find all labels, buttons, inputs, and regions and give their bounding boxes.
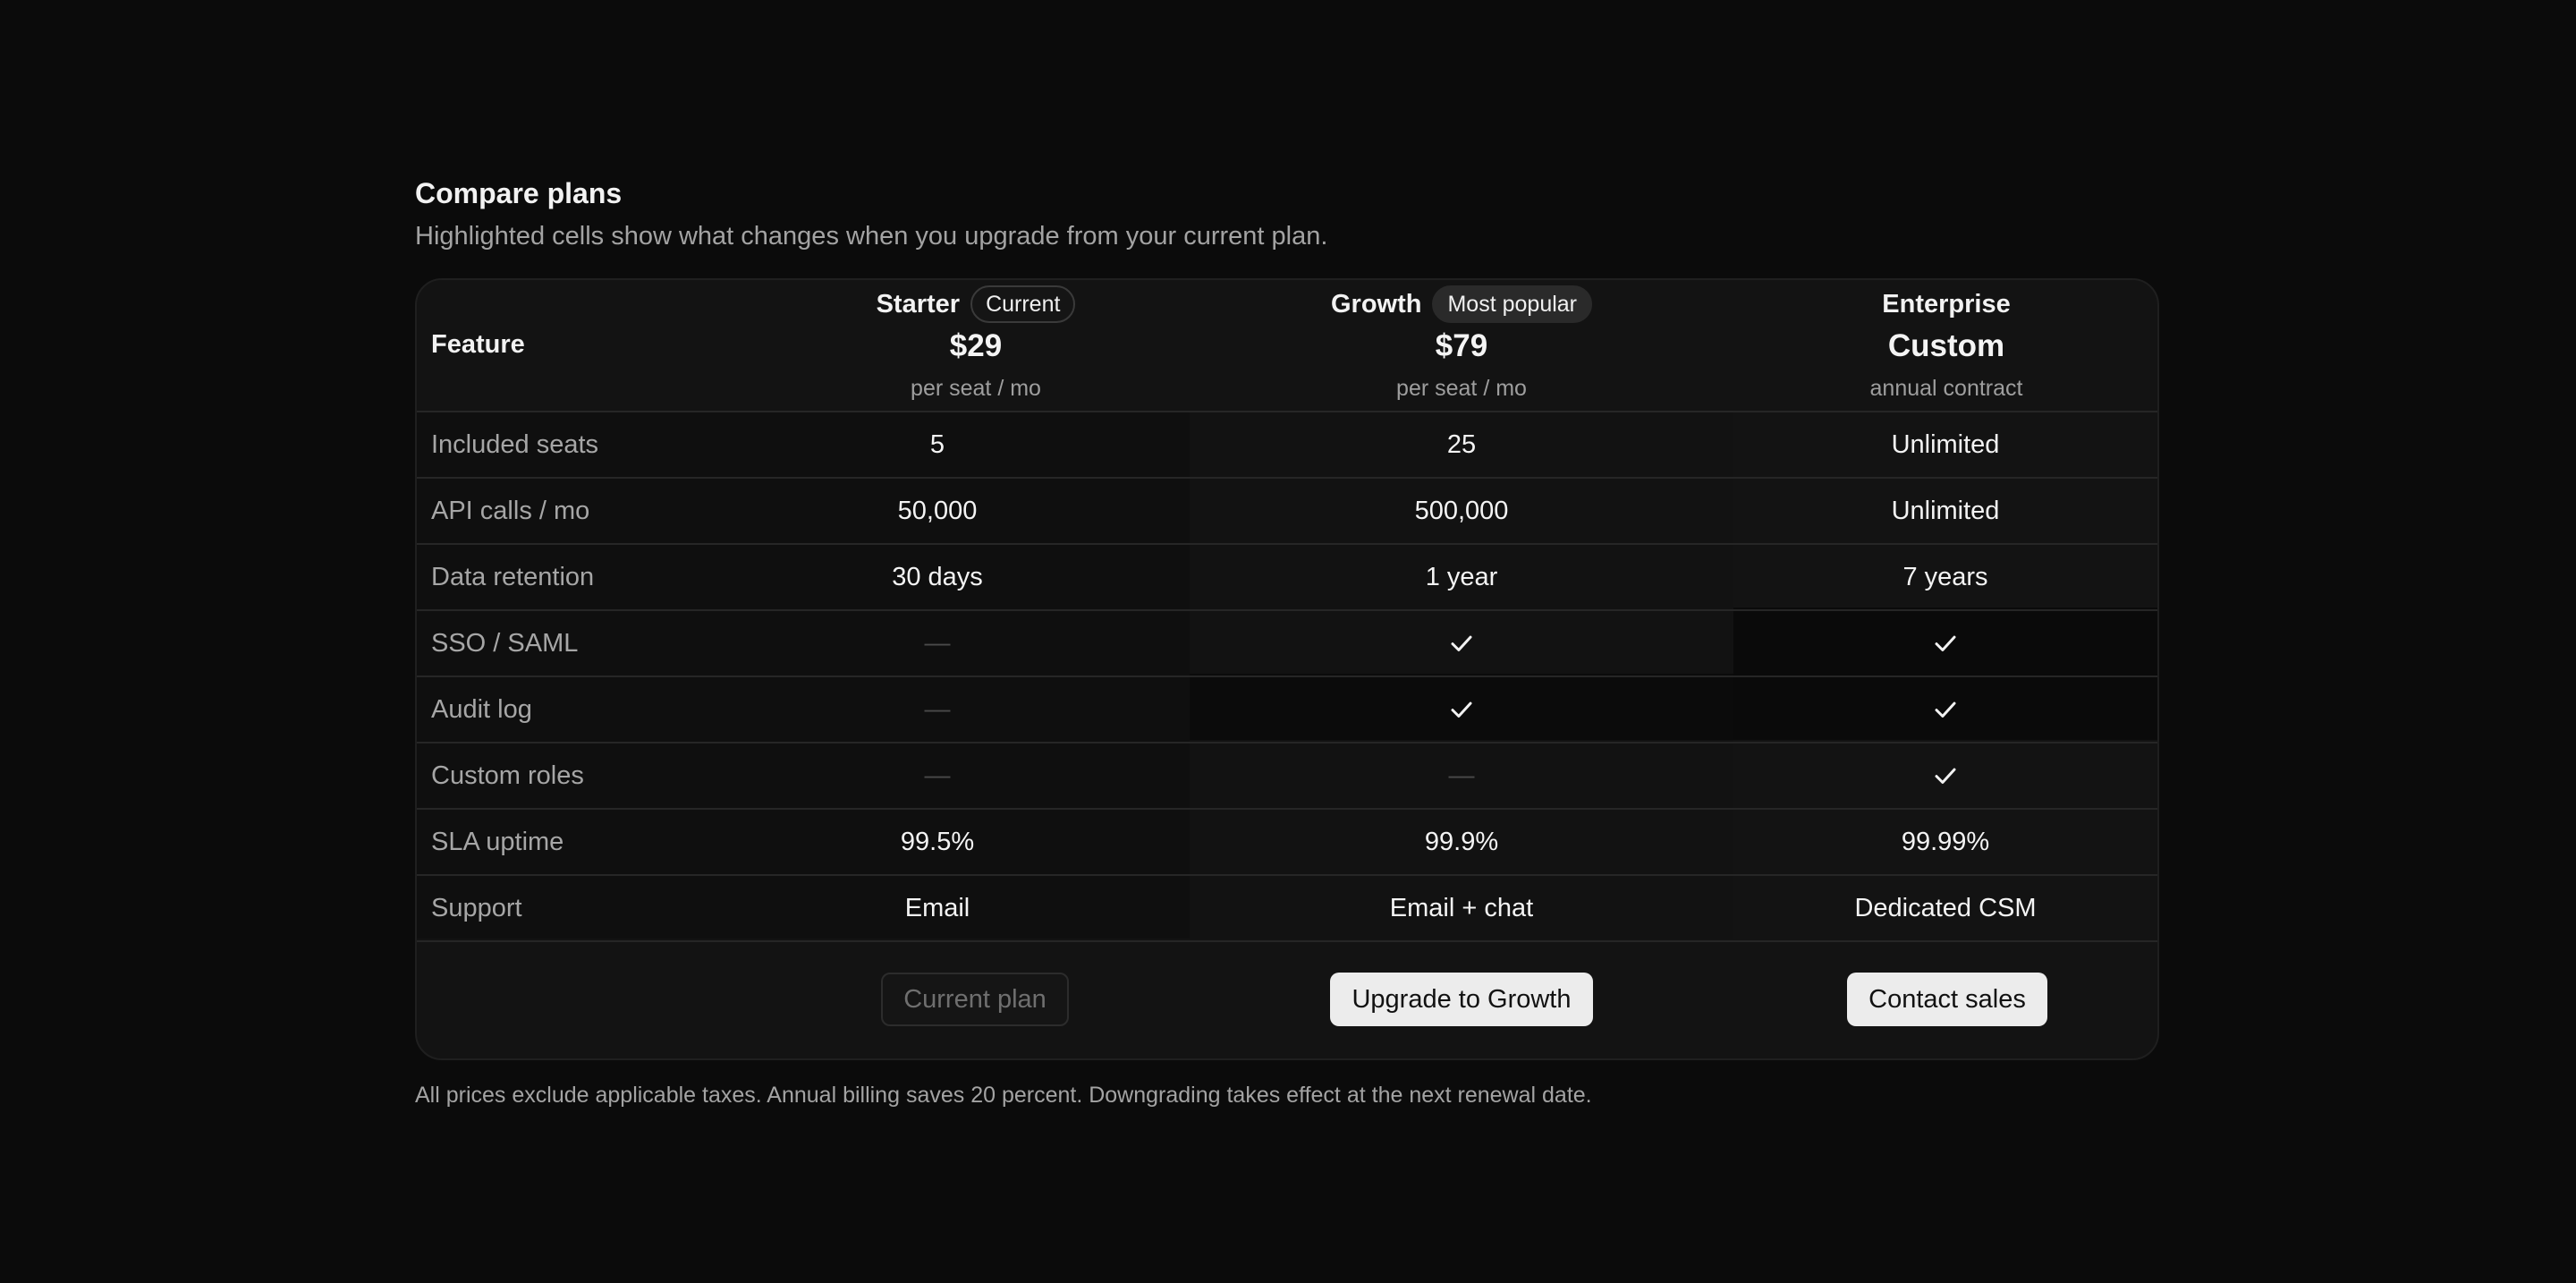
table-row: Included seats 5 25 Unlimited: [417, 412, 2157, 479]
feature-value: —: [685, 611, 1190, 675]
feature-value: 500,000: [1190, 479, 1733, 543]
plan-enterprise: Enterprise Custom annual contract: [1812, 280, 2080, 411]
table-header: Feature Starter Current $29 per seat / m…: [417, 280, 2157, 412]
page-subtitle: Highlighted cells show what changes when…: [415, 222, 1328, 251]
feature-value: —: [1190, 743, 1733, 808]
plan-price: $79: [1435, 328, 1488, 363]
feature-value: 99.5%: [685, 810, 1190, 874]
feature-value: 50,000: [685, 479, 1190, 543]
value-text: 99.9%: [1424, 827, 1499, 856]
plan-name: Growth: [1330, 289, 1422, 319]
table-row: SSO / SAML —: [417, 611, 2157, 677]
value-text: Email + chat: [1389, 893, 1534, 922]
current-plan-button[interactable]: Current plan: [881, 973, 1069, 1026]
value-text: 7 years: [1902, 562, 1988, 591]
value-text: 99.99%: [1901, 827, 1990, 856]
checkmark-icon: [1451, 701, 1472, 718]
value-text: 30 days: [892, 562, 983, 591]
value-text: Unlimited: [1891, 496, 2000, 525]
feature-label: SLA uptime: [431, 828, 564, 856]
feature-value: [1733, 611, 2157, 675]
page-title: Compare plans: [415, 177, 623, 209]
checkmark-icon: [1935, 635, 1956, 651]
feature-label: Data retention: [431, 563, 595, 591]
compare-plans-section: Compare plans Highlighted cells show wha…: [415, 172, 2159, 1110]
feature-value: Unlimited: [1733, 412, 2157, 477]
feature-value: 25: [1190, 412, 1733, 477]
feature-value: 5: [685, 412, 1190, 477]
value-text: 25: [1446, 429, 1477, 459]
table-row: Custom roles — —: [417, 743, 2157, 810]
table-row: SLA uptime 99.5% 99.9% 99.99%: [417, 810, 2157, 876]
feature-value: [1733, 743, 2157, 808]
plan-price: $29: [949, 328, 1003, 363]
upgrade-to-growth-button[interactable]: Upgrade to Growth: [1330, 973, 1593, 1026]
table-row: API calls / mo 50,000 500,000 Unlimited: [417, 479, 2157, 545]
feature-label: API calls / mo: [431, 497, 590, 525]
most-popular-badge: Most popular: [1432, 285, 1593, 323]
table-row: Data retention 30 days 1 year 7 years: [417, 545, 2157, 611]
feature-label: Included seats: [431, 430, 599, 459]
feature-label: Custom roles: [431, 761, 584, 790]
value-text: Unlimited: [1891, 429, 2000, 459]
checkmark-icon: [1451, 635, 1472, 651]
footnote: All prices exclude applicable taxes. Ann…: [415, 1083, 1592, 1108]
not-included-dash: —: [1448, 760, 1475, 790]
feature-label: Support: [431, 894, 522, 922]
table-row: Audit log —: [417, 677, 2157, 743]
not-included-dash: —: [924, 628, 951, 658]
feature-value: Email + chat: [1190, 876, 1733, 940]
not-included-dash: —: [924, 694, 951, 724]
value-text: Email: [904, 893, 970, 922]
feature-value: 99.99%: [1733, 810, 2157, 874]
plan-starter: Starter Current $29 per seat / mo: [864, 280, 1088, 411]
feature-value: Dedicated CSM: [1733, 876, 2157, 940]
current-badge: Current: [970, 285, 1076, 323]
plan-period: per seat / mo: [1396, 376, 1527, 401]
feature-value: 7 years: [1733, 545, 2157, 609]
feature-value: [1733, 677, 2157, 742]
feature-value: Unlimited: [1733, 479, 2157, 543]
contact-sales-button[interactable]: Contact sales: [1847, 973, 2047, 1026]
value-text: 99.5%: [900, 827, 975, 856]
table-row: Support Email Email + chat Dedicated CSM: [417, 876, 2157, 942]
feature-value: —: [685, 743, 1190, 808]
value-text: 1 year: [1425, 562, 1498, 591]
comparison-table: Feature Starter Current $29 per seat / m…: [415, 278, 2159, 1060]
plan-name: Starter: [876, 289, 961, 319]
checkmark-icon: [1935, 768, 1956, 784]
not-included-dash: —: [924, 760, 951, 790]
table-body: Included seats 5 25 Unlimited API calls / mo…: [417, 412, 2157, 942]
feature-value: [1190, 677, 1733, 742]
table-footer: Current plan Upgrade to Growth Contact s…: [417, 942, 2157, 1058]
feature-column-header: Feature: [431, 330, 525, 359]
plan-name: Enterprise: [1882, 289, 2011, 319]
plan-period: per seat / mo: [911, 376, 1041, 401]
value-text: 5: [929, 429, 945, 459]
feature-label: SSO / SAML: [431, 629, 579, 658]
feature-value: [1190, 611, 1733, 675]
feature-label: Audit log: [431, 695, 532, 724]
value-text: 50,000: [897, 496, 978, 525]
feature-value: 30 days: [685, 545, 1190, 609]
plan-period: annual contract: [1869, 376, 2023, 401]
checkmark-icon: [1935, 701, 1956, 718]
value-text: Dedicated CSM: [1854, 893, 2037, 922]
feature-value: —: [685, 677, 1190, 742]
feature-value: Email: [685, 876, 1190, 940]
value-text: 500,000: [1414, 496, 1509, 525]
plan-price: Custom: [1887, 328, 2005, 363]
plan-growth: Growth Most popular $79 per seat / mo: [1327, 280, 1596, 411]
feature-value: 1 year: [1190, 545, 1733, 609]
feature-value: 99.9%: [1190, 810, 1733, 874]
